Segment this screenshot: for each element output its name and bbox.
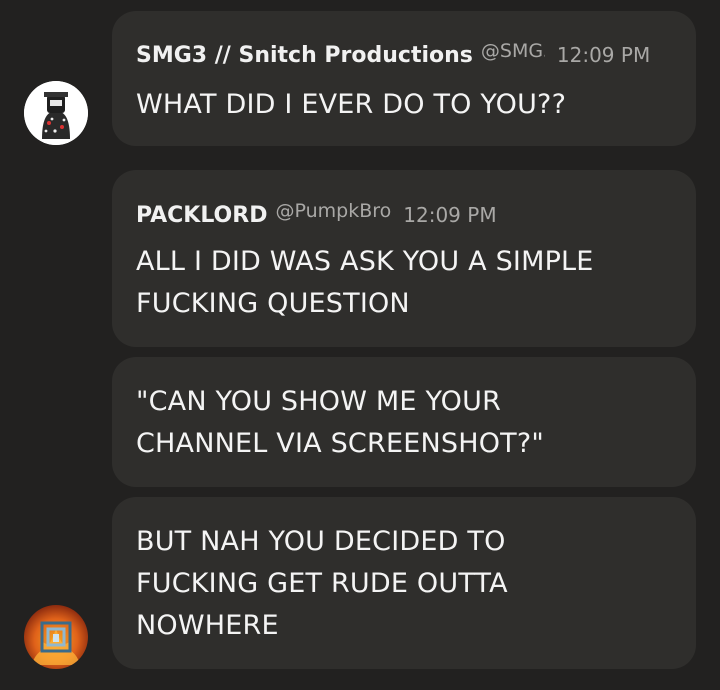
message-text: BUT NAH YOU DECIDED TO FUCKING GET RUDE … [136,521,672,647]
message-bubble[interactable]: "CAN YOU SHOW ME YOUR CHANNEL VIA SCREEN… [112,357,696,487]
message-bubble[interactable]: SMG3 // Snitch Productions@SMG312:09 PM … [112,11,696,146]
message-line: WHAT DID I EVER DO TO YOU?? [136,89,567,120]
author-handle: @SMG3 [480,40,545,62]
message-line: "CAN YOU SHOW ME YOUR [136,386,502,417]
message-line: FUCKING GET RUDE OUTTA [136,568,508,599]
fire-square-logo-icon [32,621,80,665]
author-handle: @PumpkBro [275,200,392,222]
chat-thread: SMG3 // Snitch Productions@SMG312:09 PM … [0,0,720,690]
message-line: ALL I DID WAS ASK YOU A SIMPLE [136,246,594,277]
author-name[interactable]: PACKLORD [136,203,267,228]
message-header: SMG3 // Snitch Productions @SMG3 12:09 PM [136,40,672,68]
avatar-smg3[interactable] [24,81,88,145]
message-line: BUT NAH YOU DECIDED TO [136,526,506,557]
message-line: CHANNEL VIA SCREENSHOT?" [136,428,544,459]
message-timestamp: 12:09 PM [556,43,651,67]
message-text: ALL I DID WAS ASK YOU A SIMPLE FUCKING Q… [136,241,672,325]
message-bubble[interactable]: PACKLORD @PumpkBro 12:09 PM ALL I DID WAS … [112,170,696,347]
author-name[interactable]: SMG3 // Snitch Productions [136,43,473,68]
avatar-packlord[interactable] [24,605,88,669]
message-text: WHAT DID I EVER DO TO YOU?? [136,84,672,126]
message-line: NOWHERE [136,610,279,641]
message-timestamp: 12:09 PM [403,203,497,227]
message-line: FUCKING QUESTION [136,288,410,319]
message-bubble[interactable]: BUT NAH YOU DECIDED TO FUCKING GET RUDE … [112,497,696,669]
hooded-figure-icon [24,81,88,145]
message-header: PACKLORD @PumpkBro 12:09 PM [136,200,672,228]
message-text: "CAN YOU SHOW ME YOUR CHANNEL VIA SCREEN… [136,381,672,465]
